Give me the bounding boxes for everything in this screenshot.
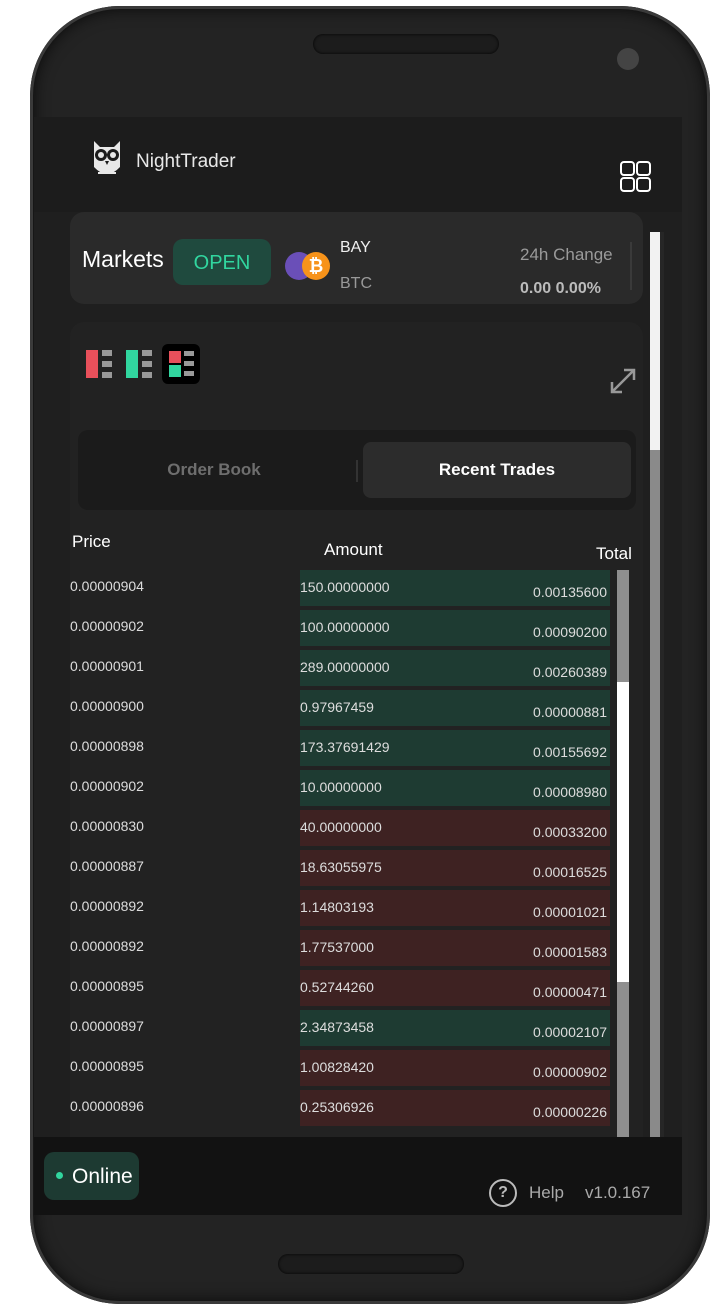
trade-price: 0.00000892 (70, 938, 144, 954)
change-label: 24h Change (520, 245, 613, 264)
trade-amount: 10.00000000 (300, 779, 382, 795)
top-speaker (313, 34, 499, 54)
page-scrollbar-rest (650, 450, 660, 1210)
trade-price: 0.00000902 (70, 778, 144, 794)
trade-total: 0.00000881 (533, 704, 607, 720)
divider (630, 242, 632, 290)
trades-scrollbar-thumb[interactable] (617, 682, 629, 982)
trade-total: 0.00000226 (533, 1104, 607, 1120)
online-label: Online (72, 1165, 133, 1188)
tab-separator (356, 460, 358, 482)
front-camera (617, 48, 639, 70)
trade-total: 0.00033200 (533, 824, 607, 840)
trade-price: 0.00000896 (70, 1098, 144, 1114)
table-row[interactable]: 0.00000892 1.14803193 0.00001021 (70, 890, 643, 926)
markets-title: Markets (82, 246, 164, 272)
column-header-amount: Amount (324, 540, 383, 559)
trade-price: 0.00000892 (70, 898, 144, 914)
trade-amount: 150.00000000 (300, 579, 390, 595)
trade-price: 0.00000898 (70, 738, 144, 754)
trade-total: 0.00008980 (533, 784, 607, 800)
table-row[interactable]: 0.00000895 1.00828420 0.00000902 (70, 1050, 643, 1086)
bottom-speaker (278, 1254, 464, 1274)
table-row[interactable]: 0.00000887 18.63055975 0.00016525 (70, 850, 643, 886)
trade-amount: 1.77537000 (300, 939, 374, 955)
trade-price: 0.00000830 (70, 818, 144, 834)
trade-total: 0.00002107 (533, 1024, 607, 1040)
trade-amount: 2.34873458 (300, 1019, 374, 1035)
column-header-price: Price (72, 532, 111, 551)
trade-total: 0.00001583 (533, 944, 607, 960)
trade-total: 0.00001021 (533, 904, 607, 920)
trade-amount: 173.37691429 (300, 739, 390, 755)
table-row[interactable]: 0.00000900 0.97967459 0.00000881 (70, 690, 643, 726)
trade-amount: 1.00828420 (300, 1059, 374, 1075)
trade-price: 0.00000887 (70, 858, 144, 874)
tab-order-book[interactable]: Order Book (78, 442, 350, 498)
tab-bar: Order Book Recent Trades (78, 430, 636, 510)
bitcoin-icon: ₿ (302, 252, 330, 280)
view-sell-icon[interactable] (82, 344, 120, 384)
table-row[interactable]: 0.00000902 100.00000000 0.00090200 (70, 610, 643, 646)
online-indicator (56, 1172, 63, 1179)
tab-recent-trades[interactable]: Recent Trades (363, 442, 631, 498)
trade-total: 0.00090200 (533, 624, 607, 640)
table-row[interactable]: 0.00000830 40.00000000 0.00033200 (70, 810, 643, 846)
page-scrollbar-thumb[interactable] (650, 232, 660, 450)
markets-card: Markets OPEN ₿ BAY BTC 24h Change 0.00 0… (70, 212, 643, 304)
pair-base: BAY (340, 239, 371, 256)
trade-amount: 100.00000000 (300, 619, 390, 635)
trade-amount: 289.00000000 (300, 659, 390, 675)
trade-amount: 18.63055975 (300, 859, 382, 875)
trade-amount: 0.97967459 (300, 699, 374, 715)
owl-logo-icon (94, 141, 120, 174)
version-label: v1.0.167 (585, 1183, 651, 1202)
app-header: NightTrader (34, 117, 682, 212)
help-link[interactable]: Help (529, 1183, 564, 1203)
table-row[interactable]: 0.00000896 0.25306926 0.00000226 (70, 1090, 643, 1126)
trade-amount: 1.14803193 (300, 899, 374, 915)
trade-price: 0.00000895 (70, 1058, 144, 1074)
status-footer: Online ? Help v1.0.167 (34, 1137, 682, 1215)
trade-amount: 40.00000000 (300, 819, 382, 835)
trade-price: 0.00000904 (70, 578, 144, 594)
trade-amount: 0.25306926 (300, 1099, 374, 1115)
change-value: 0.00 0.00% (520, 280, 601, 297)
view-both-icon[interactable] (162, 344, 200, 384)
column-header-total: Total (596, 544, 632, 563)
online-status-button[interactable]: Online (44, 1152, 139, 1200)
trade-total: 0.00016525 (533, 864, 607, 880)
market-open-button[interactable]: OPEN (173, 239, 271, 285)
table-row[interactable]: 0.00000892 1.77537000 0.00001583 (70, 930, 643, 966)
app-brand-name: NightTrader (136, 151, 236, 172)
table-row[interactable]: 0.00000898 173.37691429 0.00155692 (70, 730, 643, 766)
grid-menu-icon[interactable] (620, 161, 652, 193)
trade-total: 0.00000902 (533, 1064, 607, 1080)
trade-total: 0.00135600 (533, 584, 607, 600)
table-row[interactable]: 0.00000895 0.52744260 0.00000471 (70, 970, 643, 1006)
trade-price: 0.00000900 (70, 698, 144, 714)
trade-amount: 0.52744260 (300, 979, 374, 995)
pair-quote: BTC (340, 275, 372, 292)
trade-price: 0.00000895 (70, 978, 144, 994)
trade-total: 0.00155692 (533, 744, 607, 760)
expand-icon[interactable] (608, 366, 638, 396)
trade-price: 0.00000902 (70, 618, 144, 634)
table-row[interactable]: 0.00000902 10.00000000 0.00008980 (70, 770, 643, 806)
table-row[interactable]: 0.00000897 2.34873458 0.00002107 (70, 1010, 643, 1046)
app-screen: NightTrader Markets OPEN ₿ BAY BTC 24h C… (34, 117, 682, 1215)
help-icon[interactable]: ? (489, 1179, 517, 1207)
trade-total: 0.00260389 (533, 664, 607, 680)
order-panel: Order Book Recent Trades Price Amount To… (70, 322, 643, 1215)
trade-price: 0.00000901 (70, 658, 144, 674)
trade-total: 0.00000471 (533, 984, 607, 1000)
trade-price: 0.00000897 (70, 1018, 144, 1034)
table-row[interactable]: 0.00000901 289.00000000 0.00260389 (70, 650, 643, 686)
view-buy-icon[interactable] (122, 344, 160, 384)
table-row[interactable]: 0.00000904 150.00000000 0.00135600 (70, 570, 643, 606)
